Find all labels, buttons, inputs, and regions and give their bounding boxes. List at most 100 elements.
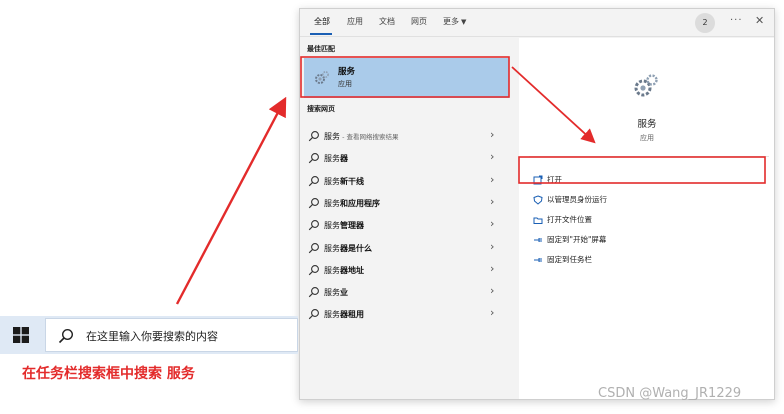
chevron-right-icon[interactable]: › <box>490 306 494 319</box>
shield-icon <box>533 195 543 205</box>
web-search-item[interactable]: 服务新干线 › <box>300 171 514 193</box>
action-pin-to-start-label: 固定到"开始"屏幕 <box>547 235 607 244</box>
best-match-item[interactable]: 服务 应用 <box>304 58 509 98</box>
web-search-item[interactable]: 服务器是什么 › <box>300 238 514 260</box>
query-prefix: 服务 <box>324 132 340 141</box>
annotation-caption: 在任务栏搜索框中搜索 服务 <box>22 366 195 382</box>
query-completion: 和应用程序 <box>340 198 380 208</box>
chevron-right-icon[interactable]: › <box>490 284 494 297</box>
chevron-right-icon[interactable]: › <box>490 128 494 141</box>
taskbar-search-input[interactable] <box>86 327 291 345</box>
query-completion: 业 <box>340 288 348 298</box>
search-icon <box>308 220 319 231</box>
web-search-item-label: 服务 - 查看网络搜索结果 <box>324 131 398 142</box>
query-suffix: - 查看网络搜索结果 <box>340 133 399 141</box>
action-pin-to-taskbar-label: 固定到任务栏 <box>547 255 592 264</box>
query-completion: 器是什么 <box>340 243 372 253</box>
search-icon <box>308 242 319 253</box>
chevron-down-icon: ▼ <box>461 18 467 26</box>
chevron-right-icon[interactable]: › <box>490 217 494 230</box>
query-prefix: 服务 <box>324 154 340 164</box>
web-search-item-label: 服务器地址 <box>324 265 364 276</box>
pin-icon <box>534 238 542 242</box>
web-search-item-label: 服务新干线 <box>324 176 364 187</box>
detail-app-type: 应用 <box>640 134 654 142</box>
search-icon <box>308 175 319 186</box>
search-icon <box>58 328 74 344</box>
query-completion: 管理器 <box>340 221 364 231</box>
open-window-icon <box>533 175 543 185</box>
search-tabs: 全部 应用 文档 网页 更多 ▼ 2 ··· ✕ <box>300 9 774 37</box>
ellipsis-icon[interactable]: ··· <box>730 15 743 26</box>
gear-icon <box>634 74 658 97</box>
query-completion: 器地址 <box>340 265 364 275</box>
web-search-item-label: 服务器 <box>324 153 348 164</box>
web-search-item-label: 服务和应用程序 <box>324 198 380 209</box>
taskbar <box>0 316 298 354</box>
web-search-item[interactable]: 服务和应用程序 › <box>300 193 514 215</box>
tab-more[interactable]: 更多 ▼ <box>443 16 466 27</box>
action-pin-to-start[interactable]: 固定到"开始"屏幕 <box>533 234 606 248</box>
taskbar-search-box[interactable] <box>45 318 298 352</box>
tab-documents[interactable]: 文档 <box>379 16 395 27</box>
web-search-item[interactable]: 服务器地址 › <box>300 260 514 282</box>
detail-app-name: 服务 <box>637 119 657 130</box>
detail-pane: 服务 应用 打开 以管理员身份运行 打开文件位置 固定到"开始"屏幕 固定到任务… <box>519 38 774 399</box>
action-open-file-location[interactable]: 打开文件位置 <box>533 214 592 228</box>
web-search-item[interactable]: 服务管理器 › <box>300 215 514 237</box>
chevron-right-icon[interactable]: › <box>490 195 494 208</box>
web-search-item[interactable]: 服务 - 查看网络搜索结果 › <box>300 126 514 148</box>
web-search-item[interactable]: 服务器租用 › <box>300 304 514 326</box>
web-search-item-label: 服务业 <box>324 287 348 298</box>
action-open-label: 打开 <box>547 175 562 184</box>
query-prefix: 服务 <box>324 265 340 275</box>
watermark: CSDN @Wang_JR1229 <box>598 386 742 401</box>
action-run-as-admin-label: 以管理员身份运行 <box>547 195 607 204</box>
tab-web[interactable]: 网页 <box>411 16 427 27</box>
query-prefix: 服务 <box>324 310 340 320</box>
search-window: 全部 应用 文档 网页 更多 ▼ 2 ··· ✕ 最佳匹配 服务 应用 搜索网页 … <box>299 8 775 400</box>
action-open[interactable]: 打开 <box>533 174 562 188</box>
search-icon <box>308 287 319 298</box>
query-prefix: 服务 <box>324 176 340 186</box>
query-completion: 新干线 <box>340 176 364 186</box>
chevron-right-icon[interactable]: › <box>490 150 494 163</box>
query-prefix: 服务 <box>324 243 340 253</box>
arrow-to-best-match <box>175 96 287 305</box>
gear-icon <box>315 71 329 84</box>
rewards-badge[interactable]: 2 <box>695 13 715 33</box>
divider <box>529 156 769 157</box>
folder-icon <box>533 217 543 224</box>
best-match-heading: 最佳匹配 <box>307 45 335 53</box>
search-icon <box>308 131 319 142</box>
web-search-item-label: 服务器是什么 <box>324 243 372 254</box>
query-prefix: 服务 <box>324 221 340 231</box>
web-search-item[interactable]: 服务业 › <box>300 282 514 304</box>
web-search-item-label: 服务器租用 <box>324 309 364 320</box>
action-pin-to-taskbar[interactable]: 固定到任务栏 <box>533 254 592 268</box>
tab-all[interactable]: 全部 <box>314 16 330 27</box>
chevron-right-icon[interactable]: › <box>490 240 494 253</box>
query-completion: 器 <box>340 154 348 164</box>
chevron-right-icon[interactable]: › <box>490 262 494 275</box>
windows-logo-icon[interactable] <box>13 327 29 343</box>
close-icon[interactable]: ✕ <box>755 14 764 27</box>
search-icon <box>308 264 319 276</box>
web-search-item[interactable]: 服务器 › <box>300 148 514 170</box>
search-icon <box>308 197 319 209</box>
query-prefix: 服务 <box>324 288 340 298</box>
query-prefix: 服务 <box>324 198 340 208</box>
web-search-item-label: 服务管理器 <box>324 220 364 231</box>
results-list: 最佳匹配 服务 应用 搜索网页 服务 - 查看网络搜索结果 › 服务器 › 服务新干线 ›… <box>300 38 514 399</box>
chevron-right-icon[interactable]: › <box>490 173 494 186</box>
pin-icon <box>534 258 542 262</box>
best-match-title: 服务 <box>338 67 356 77</box>
tab-apps[interactable]: 应用 <box>347 16 363 27</box>
query-completion: 器租用 <box>340 310 364 320</box>
action-run-as-admin[interactable]: 以管理员身份运行 <box>533 194 607 208</box>
active-tab-indicator <box>310 33 332 35</box>
best-match-subtitle: 应用 <box>338 80 352 88</box>
action-open-file-location-label: 打开文件位置 <box>547 215 592 224</box>
tab-more-label: 更多 <box>443 17 459 26</box>
search-icon <box>308 153 319 164</box>
